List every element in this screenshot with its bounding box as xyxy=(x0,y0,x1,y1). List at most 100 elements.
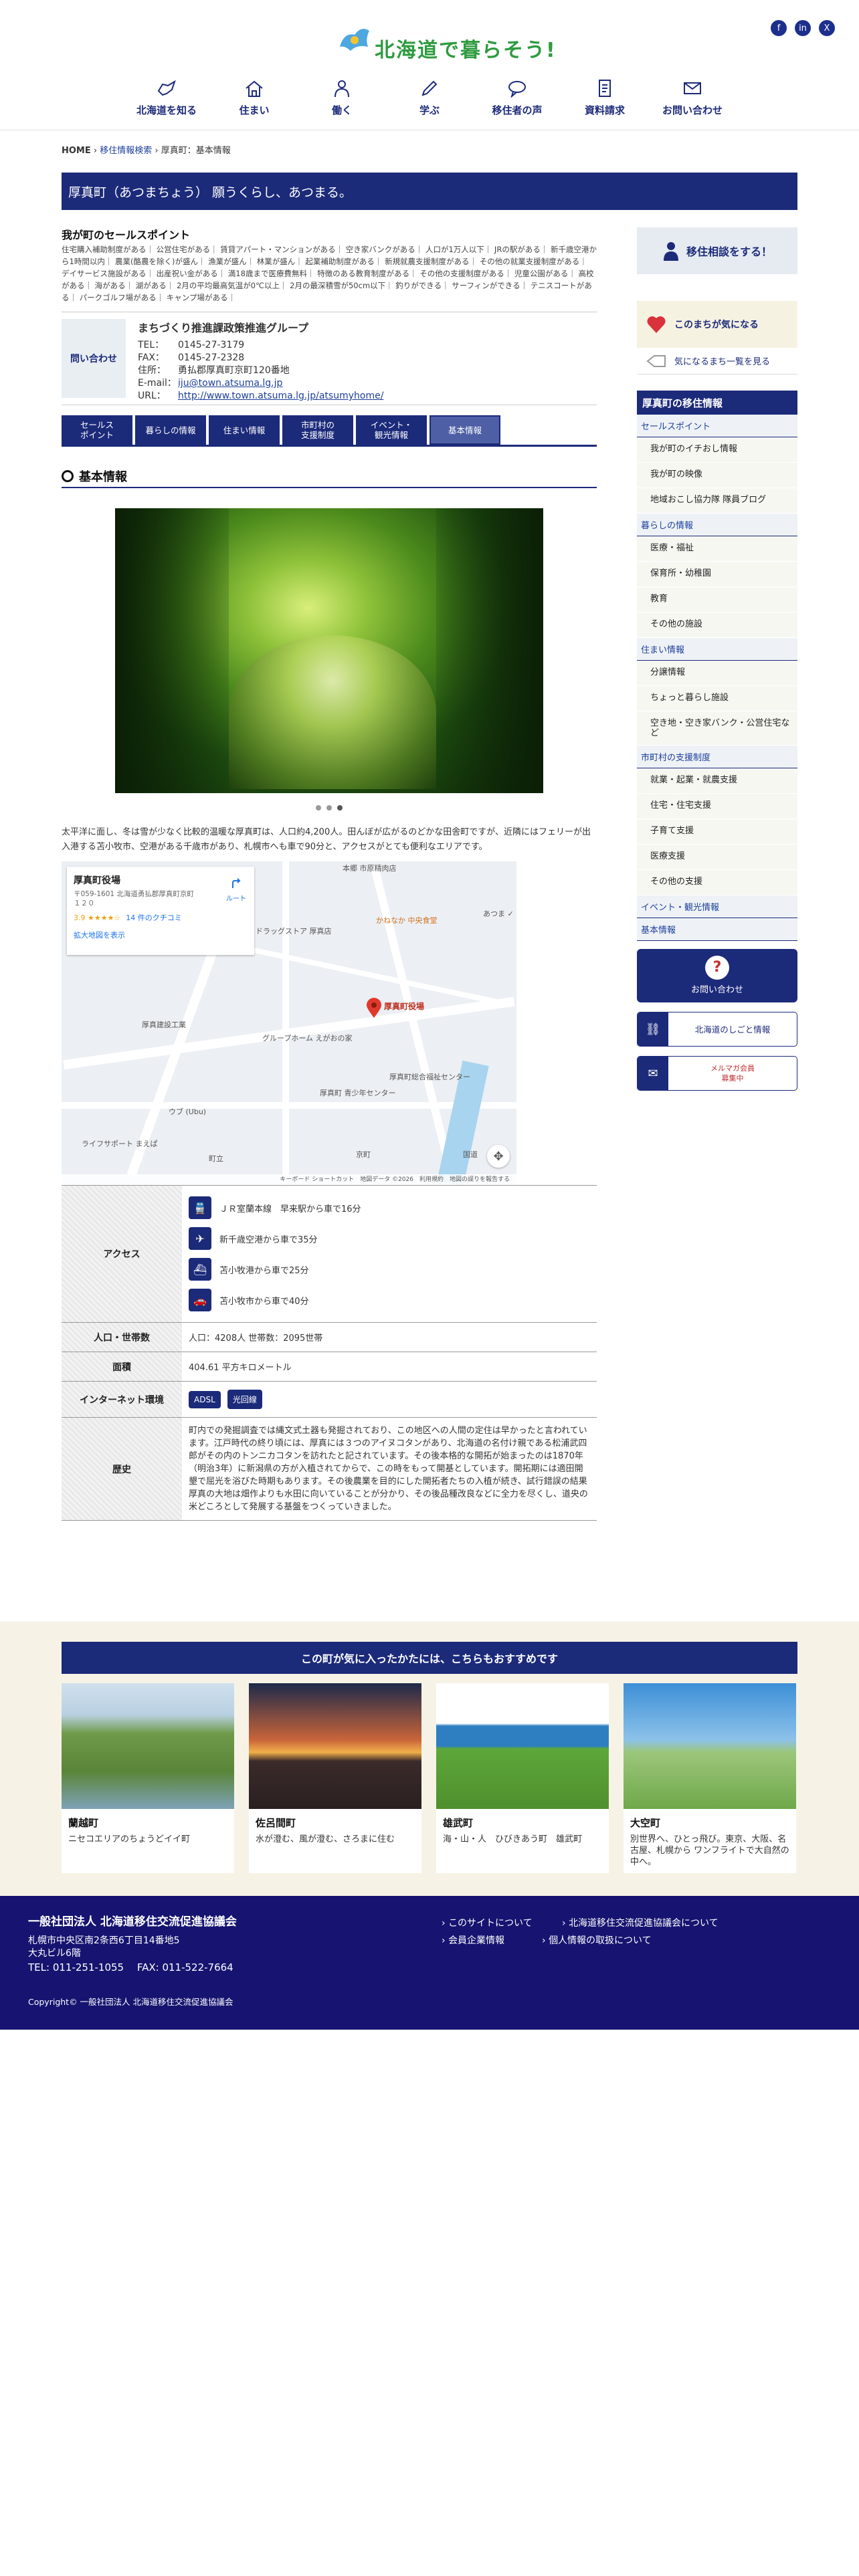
recommend-section: この町が気に入ったかたには、こちらもおすすめです 蘭越町 ニセコエリアのちょうど… xyxy=(0,1622,859,1896)
sidebar-item[interactable]: 空き地・空き家バンク・公営住宅など xyxy=(637,712,797,746)
sidebar-cat-events[interactable]: イベント・観光情報 xyxy=(637,895,797,918)
map-reviews-link[interactable]: 14 件のクチコミ xyxy=(126,914,182,922)
nav-contact[interactable]: お問い合わせ xyxy=(649,79,736,117)
breadcrumb-parent[interactable]: 移住情報検索 xyxy=(100,146,152,156)
intro-text: 太平洋に面し、冬は雪が少なく比較的温暖な厚真町は、人口約4,200人。田んぼが広… xyxy=(62,827,591,852)
sidebar-item[interactable]: 保育所・幼稚園 xyxy=(637,562,797,587)
footer-link-about-site[interactable]: › このサイトについて xyxy=(442,1916,533,1929)
sidebar-item[interactable]: 医療・福祉 xyxy=(637,536,797,562)
map-pin-icon[interactable] xyxy=(367,998,381,1018)
tab-basic-info[interactable]: 基本情報 xyxy=(430,415,500,445)
sidebar-cat-selling-points[interactable]: セールスポイント xyxy=(637,415,797,437)
sidebar-item[interactable]: 子育て支援 xyxy=(637,819,797,845)
footer-copyright: Copyright© 一般社団法人 北海道移住交流促進協議会 xyxy=(28,1997,233,2007)
history-label: 歴史 xyxy=(62,1417,182,1521)
site-header: 北海道で暮らそう! f in X 北海道を知る 住まい 働く 学ぶ 移住者の声 … xyxy=(0,0,859,130)
instagram-icon[interactable]: in xyxy=(795,20,811,36)
x-icon[interactable]: X xyxy=(819,20,835,36)
newsletter-button[interactable]: ✉ メルマガ会員 募集中 xyxy=(637,1056,797,1091)
sidebar-item[interactable]: 分譲情報 xyxy=(637,661,797,686)
favorite-town-button[interactable]: このまちが気になる xyxy=(637,301,797,348)
map-info-card: 厚真町役場 〒059-1601 北海道勇払郡厚真町京町１２０ 3.9 ★★★★☆… xyxy=(67,867,254,955)
town-photo xyxy=(115,508,543,793)
tab-events[interactable]: イベント・ 観光情報 xyxy=(356,415,427,445)
recommend-card[interactable]: 大空町 別世界へ、ひとっ飛び。東京、大阪、名古屋、札幌から ワンフライトで大自然… xyxy=(624,1683,796,1873)
person-icon xyxy=(663,242,678,261)
sidebar-cat-living[interactable]: 暮らしの情報 xyxy=(637,514,797,536)
table-row: 人口・世帯数 人口：4208人 世帯数：2095世帯 xyxy=(62,1322,597,1352)
logo-text: 北海道で暮らそう! xyxy=(375,39,557,62)
population-value: 人口：4208人 世帯数：2095世帯 xyxy=(182,1322,597,1352)
access-item: 🚗 苫小牧市から車で40分 xyxy=(189,1285,590,1315)
tab-living[interactable]: 暮らしの情報 xyxy=(135,415,206,445)
sidebar-cat-basic-info[interactable]: 基本情報 xyxy=(637,918,797,941)
sidebar-item[interactable]: 地域おこし協力隊 隊員ブログ xyxy=(637,488,797,514)
circle-bullet-icon xyxy=(62,470,74,482)
info-tabs: セールス ポイント 暮らしの情報 住まい情報 市町村の 支援制度 イベント・ 観… xyxy=(62,415,597,447)
internet-label: インターネット環境 xyxy=(62,1381,182,1418)
site-footer: 一般社団法人 北海道移住交流促進協議会 札幌市中央区南2条西6丁目14番地5 大… xyxy=(0,1896,859,2030)
sidebar-cat-housing[interactable]: 住まい情報 xyxy=(637,638,797,661)
sidebar-item[interactable]: ちょっと暮らし施設 xyxy=(637,686,797,712)
sidebar-item[interactable]: その他の支援 xyxy=(637,870,797,895)
sidebar-item[interactable]: 就業・起業・就農支援 xyxy=(637,768,797,794)
footer-org: 一般社団法人 北海道移住交流促進協議会 xyxy=(28,1915,237,1929)
breadcrumb-home[interactable]: HOME xyxy=(62,146,91,156)
footer-link-about-council[interactable]: › 北海道移住交流促進協議会について xyxy=(562,1916,719,1929)
nav-study[interactable]: 学ぶ xyxy=(386,79,473,117)
sidebar-item[interactable]: 住宅・住宅支援 xyxy=(637,794,797,819)
breadcrumb-current: 厚真町：基本情報 xyxy=(161,146,231,156)
site-logo[interactable]: 北海道で暮らそう! xyxy=(335,20,555,62)
sidebar-item[interactable]: 医療支援 xyxy=(637,845,797,870)
google-map[interactable]: 厚真町役場 〒059-1601 北海道勇払郡厚真町京町１２０ 3.9 ★★★★☆… xyxy=(62,861,516,1185)
footer-link-members[interactable]: › 会員企業情報 xyxy=(442,1933,504,1947)
nav-voices[interactable]: 移住者の声 xyxy=(474,79,561,117)
map-enlarge-link[interactable]: 拡大地図を表示 xyxy=(74,930,248,940)
sidebar-item[interactable]: その他の施設 xyxy=(637,613,797,638)
sidebar-item[interactable]: 我が町のイチおし情報 xyxy=(637,437,797,463)
tab-selling-points[interactable]: セールス ポイント xyxy=(62,415,132,445)
tab-housing[interactable]: 住まい情報 xyxy=(209,415,280,445)
map-label: 厚真町総合福祉センター xyxy=(389,1073,470,1081)
favorite-list-link[interactable]: 気になるまち一覧を見る xyxy=(637,348,797,374)
nav-know-hokkaido[interactable]: 北海道を知る xyxy=(123,79,210,117)
tab-support[interactable]: 市町村の 支援制度 xyxy=(282,415,353,445)
sidebar-cat-support[interactable]: 市町村の支援制度 xyxy=(637,746,797,768)
sns-links: f in X xyxy=(771,20,835,36)
nav-housing[interactable]: 住まい xyxy=(211,79,298,117)
sidebar-item[interactable]: 我が町の映像 xyxy=(637,463,797,488)
map-footer: キーボード ショートカット 地図データ ©2026 利用規約 地図の誤りを報告す… xyxy=(62,1174,516,1185)
speech-bubble-icon xyxy=(508,81,526,98)
town-photo xyxy=(62,1683,234,1809)
map-route-button[interactable]: ルート xyxy=(226,876,246,903)
slider-dot-active[interactable] xyxy=(337,805,343,811)
job-info-button[interactable]: ⛓ 北海道のしごと情報 xyxy=(637,1012,797,1047)
nav-work[interactable]: 働く xyxy=(298,79,385,117)
sidebar-contact-button[interactable]: ? お問い合わせ xyxy=(637,949,797,1002)
access-cell: 🚆 ＪＲ室蘭本線 早来駅から車で16分 ✈ 新千歳空港から車で35分 ⛴ 苫小牧港から… xyxy=(182,1185,597,1323)
sidebar-item[interactable]: 教育 xyxy=(637,587,797,613)
recommend-card[interactable]: 蘭越町 ニセコエリアのちょうどイイ町 xyxy=(62,1683,234,1873)
page-title: 厚真町（あつまちょう） 願うくらし、あつまる。 xyxy=(62,173,797,210)
ship-icon: ⛴ xyxy=(189,1258,211,1281)
consult-button[interactable]: 移住相談をする！ xyxy=(637,227,797,274)
sidebar-menu-heading: 厚真町の移住情報 xyxy=(637,391,797,415)
slider-dot[interactable] xyxy=(316,805,321,811)
email-link[interactable]: iju@town.atsuma.lg.jp xyxy=(178,377,282,390)
slider-dot[interactable] xyxy=(326,805,332,811)
facebook-icon[interactable]: f xyxy=(771,20,787,36)
nav-request-docs[interactable]: 資料請求 xyxy=(561,79,648,117)
recommend-card[interactable]: 雄武町 海・山・人 ひびきあう町 雄武町 xyxy=(436,1683,609,1873)
contact-fax: FAX： 0145-27-2328 xyxy=(138,352,245,363)
access-label: アクセス xyxy=(62,1185,182,1323)
map-label: ライフサポート まえぱ xyxy=(82,1140,158,1148)
map-locate-button[interactable]: ✥ xyxy=(487,1145,510,1168)
contact-org: まちづくり推進課政策推進グループ xyxy=(138,322,309,334)
slider-dots xyxy=(62,805,597,811)
main-content: 我が町のセールスポイント 住宅購入補助制度がある｜ 公営住宅がある｜ 賃貸アパー… xyxy=(62,221,597,1521)
map-label: ドラッグストア 厚真店 xyxy=(256,927,332,936)
url-link[interactable]: http://www.town.atsuma.lg.jp/atsumyhome/ xyxy=(178,390,383,403)
footer-link-privacy[interactable]: › 個人情報の取扱について xyxy=(542,1933,652,1947)
envelope-icon: ✉ xyxy=(638,1057,668,1090)
recommend-card[interactable]: 佐呂間町 水が澄む、風が澄む、さろまに住む xyxy=(249,1683,421,1873)
